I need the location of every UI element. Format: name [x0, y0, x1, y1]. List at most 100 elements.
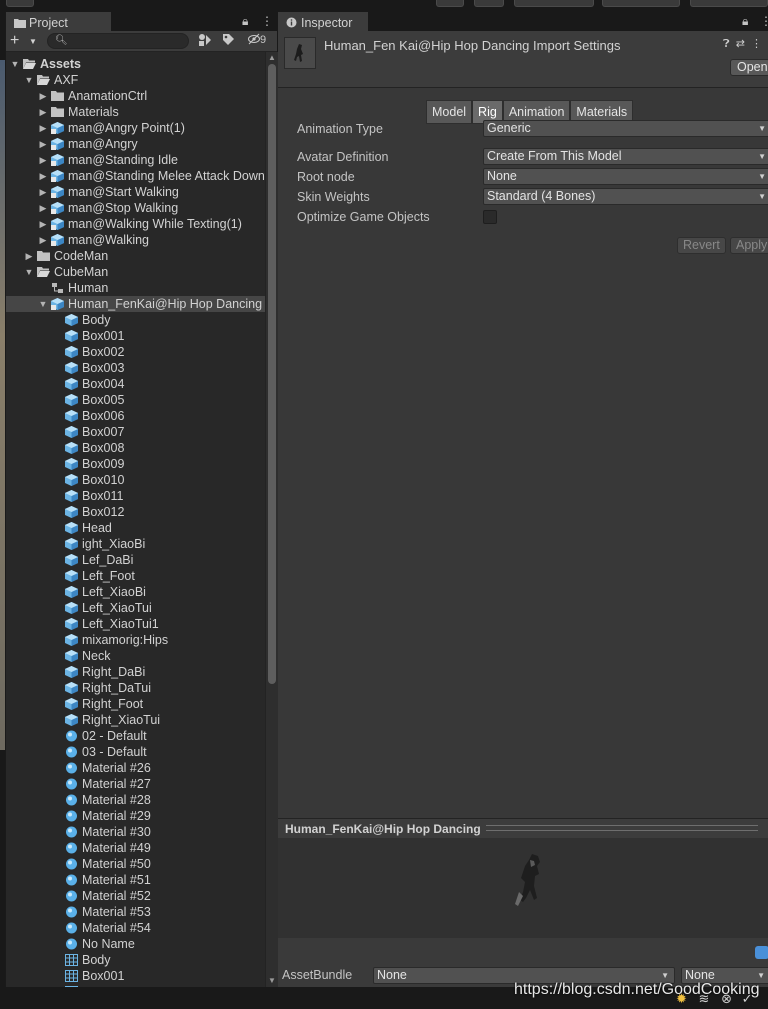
filter-by-type-icon[interactable] — [198, 33, 212, 49]
collapse-arrow-icon[interactable]: ▶ — [38, 120, 48, 136]
collapse-arrow-icon[interactable]: ▶ — [24, 248, 34, 264]
tree-row[interactable]: Box005 — [6, 392, 265, 408]
kebab-menu-icon[interactable]: ⋮ — [261, 14, 273, 28]
tree-row[interactable]: ▶ man@Standing Melee Attack Downwa — [6, 168, 265, 184]
tree-row[interactable]: Box010 — [6, 472, 265, 488]
tree-row[interactable]: Material #53 — [6, 904, 265, 920]
apply-button[interactable]: Apply — [730, 237, 768, 254]
layers-icon[interactable]: ≋ — [699, 991, 710, 1006]
collapse-arrow-icon[interactable]: ▶ — [38, 184, 48, 200]
preview-header[interactable]: Human_FenKai@Hip Hop Dancing — [278, 818, 768, 838]
tree-row[interactable]: Right_DaTui — [6, 680, 265, 696]
collapse-arrow-icon[interactable]: ▶ — [38, 88, 48, 104]
expand-arrow-icon[interactable]: ▼ — [24, 264, 34, 280]
debug-icon[interactable]: ⊗ — [721, 991, 732, 1006]
tree-row[interactable]: Right_DaBi — [6, 664, 265, 680]
tree-row[interactable]: ▶ AnamationCtrl — [6, 88, 265, 104]
tab-model[interactable]: Model — [426, 100, 473, 124]
collapse-arrow-icon[interactable]: ▶ — [38, 232, 48, 248]
expand-arrow-icon[interactable]: ▼ — [10, 56, 20, 72]
tree-row[interactable]: Left_XiaoTui — [6, 600, 265, 616]
collapse-arrow-icon[interactable]: ▶ — [38, 168, 48, 184]
open-button[interactable]: Open — [730, 59, 768, 76]
root-node-dropdown[interactable]: None ▼ — [483, 168, 768, 185]
model-preview[interactable] — [278, 838, 768, 938]
lock-icon[interactable]: 🔒︎ — [242, 14, 248, 29]
scroll-down-icon[interactable]: ▼ — [268, 976, 276, 985]
tree-row[interactable]: ight_XiaoBi — [6, 536, 265, 552]
tree-row[interactable]: ▼ Assets — [6, 56, 265, 72]
hidden-packages-icon[interactable]: 9 — [248, 33, 266, 49]
tree-row[interactable]: Box011 — [6, 488, 265, 504]
tree-row[interactable]: Box009 — [6, 456, 265, 472]
project-scrollbar[interactable]: ▲ ▼ — [265, 52, 278, 987]
tree-row[interactable]: Box001 — [6, 328, 265, 344]
avatar-definition-dropdown[interactable]: Create From This Model ▼ — [483, 148, 768, 165]
tree-row[interactable]: ▼ CubeMan — [6, 264, 265, 280]
tree-row[interactable]: ▶ man@Standing Idle — [6, 152, 265, 168]
tree-row[interactable]: Human — [6, 280, 265, 296]
create-button[interactable]: + ▼ — [10, 33, 38, 49]
lock-icon[interactable]: 🔒︎ — [742, 14, 748, 29]
scroll-up-icon[interactable]: ▲ — [268, 53, 276, 62]
tree-row[interactable]: ▶ man@Walking — [6, 232, 265, 248]
tree-row[interactable]: Body — [6, 312, 265, 328]
tab-inspector[interactable]: Inspector — [278, 12, 368, 31]
tree-row[interactable]: ▶ Materials — [6, 104, 265, 120]
layers-dropdown[interactable] — [602, 0, 680, 7]
collapse-arrow-icon[interactable]: ▶ — [38, 152, 48, 168]
tree-row[interactable]: ▶ man@Walking While Texting(1) — [6, 216, 265, 232]
optimize-game-objects-checkbox[interactable] — [483, 210, 497, 224]
tree-row[interactable]: Right_Foot — [6, 696, 265, 712]
tree-row[interactable]: Box003 — [6, 360, 265, 376]
scrollbar-thumb[interactable] — [268, 64, 276, 684]
expand-arrow-icon[interactable]: ▼ — [24, 72, 34, 88]
tree-row[interactable]: Material #28 — [6, 792, 265, 808]
tree-row[interactable]: Material #54 — [6, 920, 265, 936]
collapse-arrow-icon[interactable]: ▶ — [38, 200, 48, 216]
tree-row[interactable]: ▼ AXF — [6, 72, 265, 88]
tree-row[interactable]: Neck — [6, 648, 265, 664]
tree-row[interactable]: ▶ man@Angry — [6, 136, 265, 152]
kebab-menu-icon[interactable]: ⋮ — [751, 38, 762, 50]
tree-row[interactable]: Box004 — [6, 376, 265, 392]
check-icon[interactable]: ✓ — [742, 991, 753, 1006]
bug-icon[interactable]: ✹ — [676, 991, 687, 1006]
tree-row[interactable]: Lef_DaBi — [6, 552, 265, 568]
resize-grip[interactable] — [486, 825, 758, 831]
collapse-arrow-icon[interactable]: ▶ — [38, 136, 48, 152]
tree-row[interactable]: Box012 — [6, 504, 265, 520]
tree-row[interactable]: Box008 — [6, 440, 265, 456]
revert-button[interactable]: Revert — [677, 237, 726, 254]
expand-arrow-icon[interactable]: ▼ — [38, 296, 48, 312]
tree-row[interactable]: Left_XiaoBi — [6, 584, 265, 600]
tree-row[interactable]: Material #29 — [6, 808, 265, 824]
toolbar-button[interactable] — [6, 0, 34, 7]
tree-row[interactable]: Box001 — [6, 968, 265, 984]
tree-row[interactable]: 03 - Default — [6, 744, 265, 760]
tab-project[interactable]: Project — [6, 12, 111, 31]
kebab-menu-icon[interactable]: ⋮ — [760, 14, 768, 28]
tag-icon[interactable] — [755, 946, 768, 959]
tree-row[interactable]: ▶ CodeMan — [6, 248, 265, 264]
toolbar-button[interactable] — [436, 0, 464, 7]
tree-row[interactable]: Material #27 — [6, 776, 265, 792]
tree-row[interactable]: mixamorig:Hips — [6, 632, 265, 648]
animation-type-dropdown[interactable]: Generic ▼ — [483, 120, 768, 137]
tree-row[interactable]: Box002 — [6, 344, 265, 360]
tree-row[interactable]: Material #51 — [6, 872, 265, 888]
tree-row[interactable]: 02 - Default — [6, 728, 265, 744]
tree-row[interactable]: ▶ man@Start Walking — [6, 184, 265, 200]
help-icon[interactable]: ❓︎ — [723, 38, 730, 50]
toolbar-button[interactable] — [474, 0, 504, 7]
tree-row[interactable]: Material #52 — [6, 888, 265, 904]
tree-row[interactable]: Material #26 — [6, 760, 265, 776]
filter-by-label-icon[interactable] — [222, 33, 235, 49]
layout-dropdown[interactable] — [690, 0, 768, 7]
tree-row[interactable]: ▶ man@Angry Point(1) — [6, 120, 265, 136]
collapse-arrow-icon[interactable]: ▶ — [38, 216, 48, 232]
collapse-arrow-icon[interactable]: ▶ — [38, 104, 48, 120]
tree-row[interactable]: Body — [6, 952, 265, 968]
tree-row[interactable]: Material #50 — [6, 856, 265, 872]
tree-row[interactable]: Box006 — [6, 408, 265, 424]
